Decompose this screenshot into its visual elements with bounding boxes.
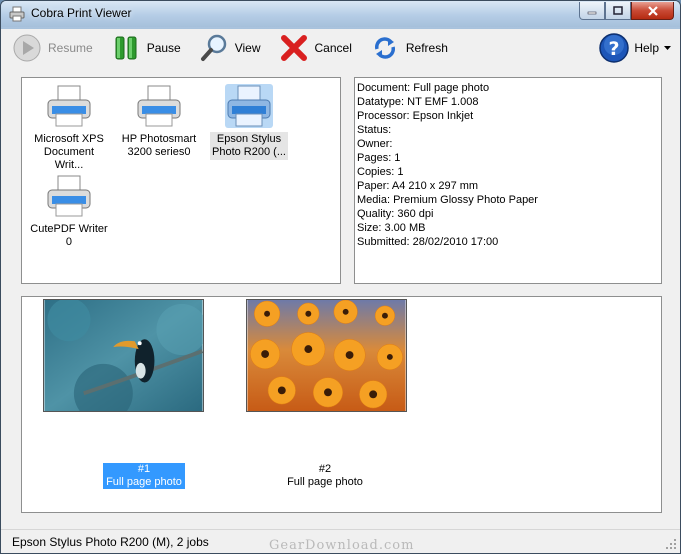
- status-text: Epson Stylus Photo R200 (M), 2 jobs: [12, 535, 209, 549]
- detail-owner: Owner:: [357, 138, 393, 150]
- detail-processor: Processor: Epson Inkjet: [357, 110, 474, 122]
- maximize-icon: [613, 6, 623, 15]
- refresh-label: Refresh: [405, 41, 448, 55]
- help-button[interactable]: ? Help: [598, 31, 671, 65]
- refresh-button[interactable]: Refresh: [364, 31, 454, 65]
- refresh-arrows-icon: [374, 37, 395, 59]
- printer-name: CutePDF Writer 0: [30, 223, 108, 248]
- resize-grip-icon[interactable]: [665, 538, 677, 550]
- minimize-button[interactable]: [579, 2, 605, 20]
- close-icon: [647, 5, 658, 16]
- printer-icon: [137, 85, 181, 127]
- red-x-icon: [280, 35, 307, 61]
- detail-paper: Paper: A4 210 x 297 mm: [357, 180, 479, 192]
- magnifier-icon: [200, 34, 226, 61]
- pause-button[interactable]: Pause: [105, 31, 187, 65]
- window-title: Cobra Print Viewer: [31, 6, 132, 20]
- printer-icon: [47, 175, 91, 217]
- detail-media: Media: Premium Glossy Photo Paper: [357, 194, 538, 206]
- view-label: View: [234, 41, 261, 55]
- job-thumbnail-flowers[interactable]: [246, 299, 407, 412]
- svg-text:?: ?: [609, 38, 620, 60]
- printer-name: HP Photosmart 3200 series0: [121, 133, 197, 158]
- maximize-button[interactable]: [605, 2, 631, 20]
- minimize-icon: [587, 11, 597, 14]
- job-label-1: #1 Full page photo: [103, 463, 185, 489]
- job-label-2: #2 Full page photo: [284, 463, 366, 489]
- detail-copies: Copies: 1: [357, 166, 404, 178]
- toolbar: Resume Pause View Cancel Refresh ? Help: [6, 29, 677, 67]
- window-controls: [579, 2, 674, 20]
- job-thumbnails-panel: #1 Full page photo #2 Full page photo: [21, 296, 662, 513]
- resume-label: Resume: [48, 41, 93, 55]
- job-title: Full page photo: [106, 476, 182, 488]
- detail-document: Document: Full page photo: [357, 82, 490, 94]
- job-details-panel: Document: Full page photo Datatype: NT E…: [354, 77, 662, 284]
- job-number: #1: [137, 463, 151, 475]
- title-bar[interactable]: Cobra Print Viewer: [1, 1, 680, 27]
- detail-pages: Pages: 1: [357, 152, 401, 164]
- detail-size: Size: 3.00 MB: [357, 222, 426, 234]
- help-label: Help: [634, 41, 659, 55]
- pause-label: Pause: [146, 41, 181, 55]
- job-item-1[interactable]: #1 Full page photo: [84, 463, 204, 489]
- printer-item-epson-stylus[interactable]: Epson Stylus Photo R200 (...: [208, 84, 290, 160]
- detail-submitted: Submitted: 28/02/2010 17:00: [357, 236, 499, 248]
- cancel-label: Cancel: [314, 41, 352, 55]
- printer-item-microsoft-xps[interactable]: Microsoft XPS Document Writ...: [28, 84, 110, 173]
- job-item-2[interactable]: #2 Full page photo: [265, 463, 385, 489]
- printer-list: Microsoft XPS Document Writ... HP Photosm…: [21, 77, 341, 284]
- status-bar: Epson Stylus Photo R200 (M), 2 jobs Gear…: [1, 529, 680, 553]
- watermark: GearDownload.com: [269, 538, 415, 553]
- detail-datatype: Datatype: NT EMF 1.008: [357, 96, 479, 108]
- close-button[interactable]: [631, 2, 674, 20]
- chevron-down-icon: [664, 46, 671, 50]
- pause-icon: [115, 36, 137, 60]
- job-title: Full page photo: [287, 476, 363, 488]
- play-icon: [13, 34, 41, 62]
- resume-button[interactable]: Resume: [6, 31, 99, 65]
- printer-icon: [47, 85, 91, 127]
- printer-name: Microsoft XPS Document Writ...: [34, 133, 104, 171]
- printer-item-hp-photosmart[interactable]: HP Photosmart 3200 series0: [118, 84, 200, 160]
- detail-status: Status:: [357, 124, 392, 136]
- printer-item-cutepdf[interactable]: CutePDF Writer 0: [28, 174, 110, 250]
- view-button[interactable]: View: [193, 31, 267, 65]
- detail-quality: Quality: 360 dpi: [357, 208, 434, 220]
- printer-icon: [9, 6, 25, 22]
- job-thumbnail-toucan[interactable]: [43, 299, 204, 412]
- cancel-button[interactable]: Cancel: [273, 31, 358, 65]
- app-window: Cobra Print Viewer Resume Pause View Can…: [0, 0, 681, 554]
- printer-icon: [225, 84, 273, 128]
- job-number: #2: [318, 463, 332, 475]
- printer-name: Epson Stylus Photo R200 (...: [210, 132, 288, 160]
- help-icon: ?: [599, 33, 630, 63]
